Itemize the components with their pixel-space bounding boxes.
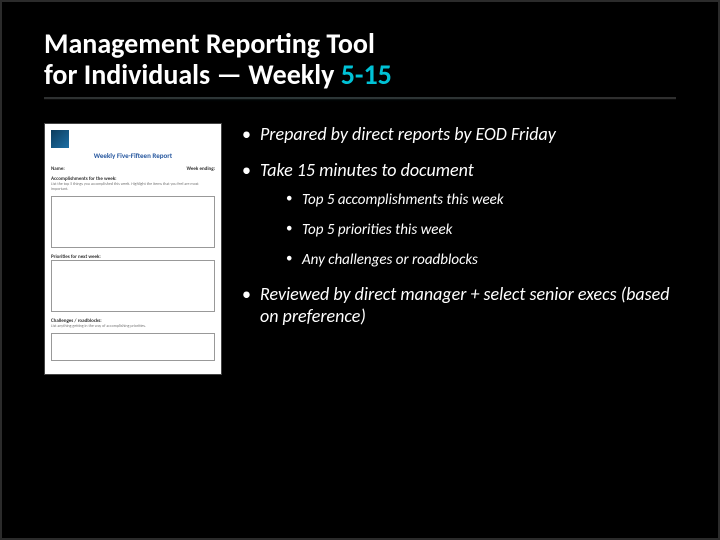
thumb-header	[51, 130, 215, 148]
title-block: Management Reporting Tool for Individual…	[44, 28, 676, 99]
bullet-list-level2: Top 5 accomplishments this week Top 5 pr…	[260, 191, 676, 269]
thumb-name-label: Name:	[51, 166, 65, 172]
title-accent: 5-15	[341, 57, 392, 92]
thumb-logo-icon	[51, 130, 69, 148]
thumb-sec3-hint: List anything getting in the way of acco…	[51, 325, 215, 330]
thumb-box-1	[51, 196, 215, 248]
bullet-item: Prepared by direct reports by EOD Friday	[242, 123, 676, 145]
thumb-box-2	[51, 260, 215, 312]
thumb-box-3	[51, 333, 215, 361]
bullet-item: Reviewed by direct manager + select seni…	[242, 283, 676, 327]
content-row: Weekly Five-Fifteen Report Name: Week en…	[44, 123, 676, 375]
title-line-1: Management Reporting Tool	[44, 26, 375, 61]
report-thumbnail: Weekly Five-Fifteen Report Name: Week en…	[44, 123, 222, 375]
thumb-sec2-label: Priorities for next week:	[51, 254, 101, 260]
slide: Management Reporting Tool for Individual…	[0, 0, 720, 540]
bullet-list-level1: Prepared by direct reports by EOD Friday…	[242, 123, 676, 327]
title-line-2-prefix: for Individuals — Weekly	[44, 57, 341, 92]
title-underline	[44, 97, 676, 99]
thumb-title: Weekly Five-Fifteen Report	[51, 152, 215, 160]
sub-bullet-item: Top 5 priorities this week	[286, 221, 676, 239]
thumb-fields: Name: Week ending:	[51, 166, 215, 172]
bullet-area: Prepared by direct reports by EOD Friday…	[242, 123, 676, 341]
thumb-sec1-hint: List the top 5 things you accomplished t…	[51, 183, 215, 193]
bullet-text: Take 15 minutes to document	[260, 159, 474, 181]
sub-bullet-item: Top 5 accomplishments this week	[286, 191, 676, 209]
sub-bullet-item: Any challenges or roadblocks	[286, 251, 676, 269]
bullet-item: Take 15 minutes to document Top 5 accomp…	[242, 159, 676, 269]
thumb-sec3-label: Challenges / roadblocks:	[51, 318, 102, 324]
thumb-week-label: Week ending:	[187, 166, 215, 172]
slide-title: Management Reporting Tool for Individual…	[44, 28, 676, 91]
